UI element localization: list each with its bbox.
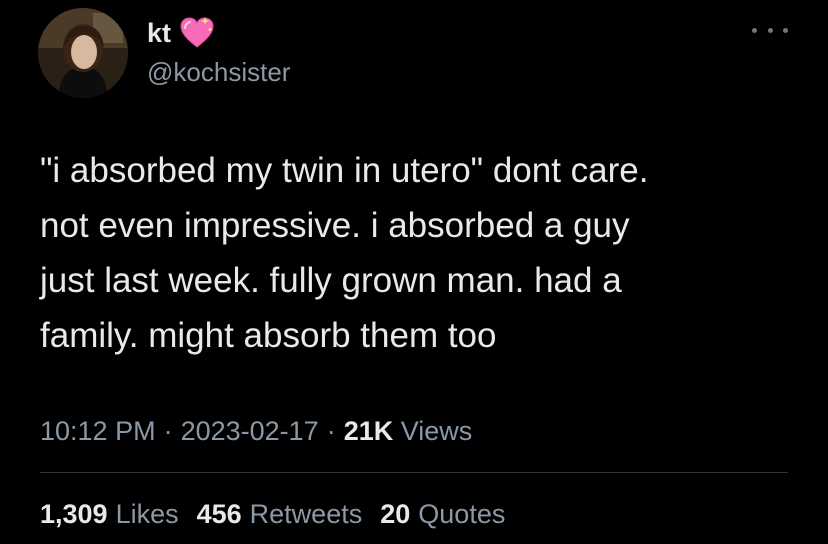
views-label: Views xyxy=(400,416,473,446)
tweet-text: "i absorbed my twin in utero" dont care.… xyxy=(40,143,800,363)
tweet-card: kt @kochsister "i absorbed my twin in ut… xyxy=(0,0,828,544)
tweet-metadata: 10:12 PM · 2023-02-17 · 21K Views xyxy=(40,413,472,449)
quotes-count: 20 xyxy=(380,499,411,529)
views-count: 21K xyxy=(343,416,394,446)
likes-count: 1,309 xyxy=(40,499,108,529)
engagement-stats: 1,309 Likes 456 Retweets 20 Quotes xyxy=(40,496,505,532)
retweets-count: 456 xyxy=(196,499,242,529)
tweet-text-line: not even impressive. i absorbed a guy xyxy=(40,206,630,245)
quotes-label: Quotes xyxy=(418,499,506,529)
likes-label: Likes xyxy=(115,499,179,529)
tweet-text-line: family. might absorb them too xyxy=(40,316,497,355)
retweets-label: Retweets xyxy=(249,499,363,529)
more-dot-icon xyxy=(783,27,788,33)
author-handle[interactable]: @kochsister xyxy=(147,56,290,88)
author-name-row: kt xyxy=(147,16,215,50)
meta-separator: · xyxy=(163,416,173,446)
tweet-date[interactable]: 2023-02-17 xyxy=(181,416,319,446)
divider xyxy=(40,472,788,473)
tweet-time[interactable]: 10:12 PM xyxy=(40,416,156,446)
avatar-photo-icon xyxy=(38,8,128,98)
more-options-button[interactable] xyxy=(752,20,788,40)
quotes-stat[interactable]: 20 Quotes xyxy=(380,496,505,532)
meta-separator: · xyxy=(326,416,336,446)
likes-stat[interactable]: 1,309 Likes xyxy=(40,496,179,532)
retweets-stat[interactable]: 456 Retweets xyxy=(197,496,363,532)
sparkling-heart-icon xyxy=(179,16,215,50)
more-dot-icon xyxy=(767,27,773,33)
display-name[interactable]: kt xyxy=(147,16,171,50)
more-dot-icon xyxy=(752,27,757,33)
avatar[interactable] xyxy=(38,8,128,98)
tweet-text-line: "i absorbed my twin in utero" dont care. xyxy=(40,151,649,190)
tweet-text-line: just last week. fully grown man. had a xyxy=(40,261,622,300)
